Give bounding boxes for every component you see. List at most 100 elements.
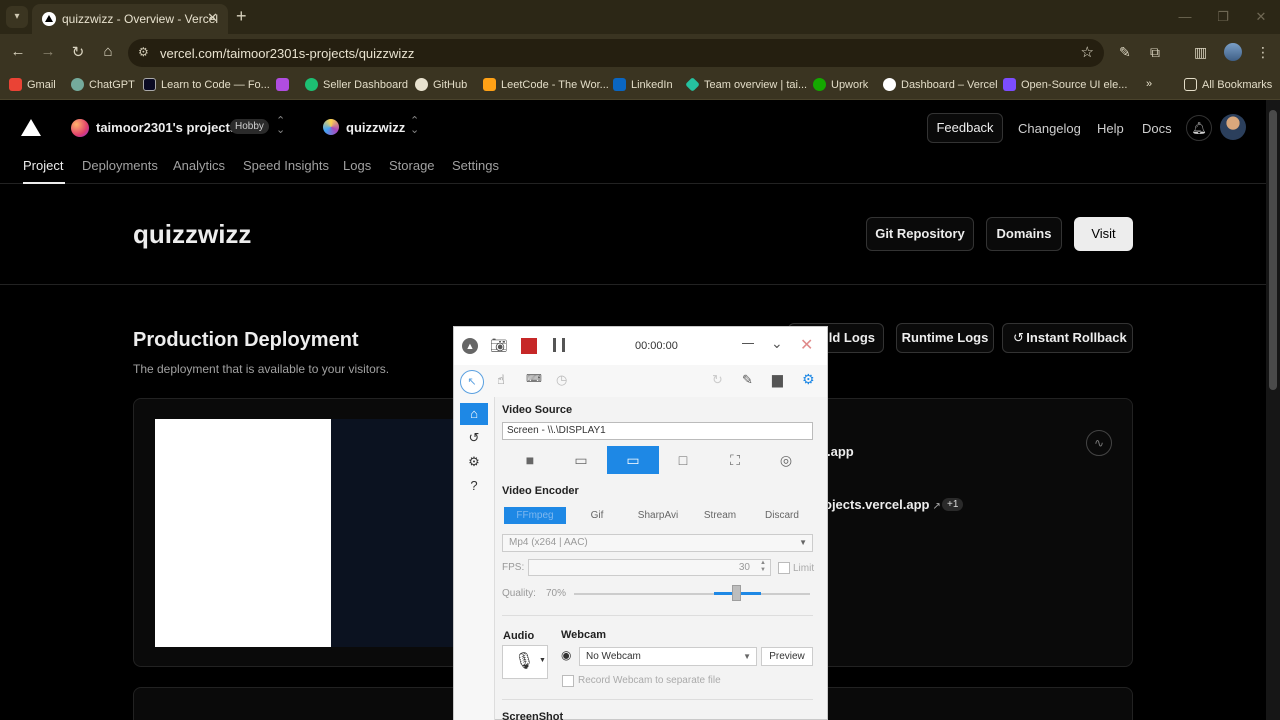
profile-avatar[interactable]	[1224, 43, 1242, 61]
visit-button[interactable]: Visit	[1074, 217, 1133, 251]
webcam-source-icon[interactable]: ■	[509, 446, 551, 474]
forward-icon[interactable]: →	[38, 43, 58, 60]
tab-close-icon[interactable]: ✕	[207, 10, 218, 26]
deployment-preview-image[interactable]	[155, 419, 331, 647]
more-domains-badge[interactable]: +1	[942, 498, 964, 511]
bookmark-upwork[interactable]: Upwork	[813, 78, 868, 91]
tab-analytics[interactable]: Analytics	[173, 158, 225, 173]
team-name[interactable]: taimoor2301's projects	[96, 120, 237, 135]
bookmark-team-overview[interactable]: Team overview | tai...	[685, 77, 807, 92]
settings-gear-icon[interactable]: ⚙	[802, 371, 815, 388]
extensions-icon[interactable]: ⧉	[1150, 44, 1160, 61]
codec-select[interactable]: Mp4 (x264 | AAC) ▼	[502, 534, 813, 552]
restore-window-icon[interactable]: ❐	[1204, 0, 1242, 34]
site-info-icon[interactable]: ⚙	[138, 45, 149, 59]
pause-icon[interactable]	[553, 338, 565, 352]
bookmark-chatgpt[interactable]: ChatGPT	[71, 78, 135, 91]
fullscreen-source-icon[interactable]: ⛶	[714, 446, 756, 474]
bookmark-gmail[interactable]: Gmail	[9, 78, 56, 91]
encoder-tab-discard[interactable]: Discard	[751, 507, 813, 524]
project-switcher-icon[interactable]: ⌃ ⌄	[410, 116, 419, 136]
tab-logs[interactable]: Logs	[343, 158, 371, 173]
refresh-icon[interactable]: ↻	[712, 372, 723, 388]
minimize-window-icon[interactable]: —	[1166, 0, 1204, 34]
encoder-tab-sharpavi[interactable]: SharpAvi	[627, 507, 689, 524]
bookmark-seller-dashboard-label[interactable]: Seller Dashboard	[305, 78, 408, 91]
bookmark-vercel-dashboard[interactable]: Dashboard – Vercel	[883, 78, 998, 91]
changelog-link[interactable]: Changelog	[1018, 121, 1081, 136]
history-icon[interactable]: ↺	[460, 427, 488, 449]
fps-stepper-icon[interactable]: ▲ ▼	[760, 560, 766, 574]
pen-extension-icon[interactable]: ✎	[1119, 44, 1131, 61]
page-scrollbar[interactable]	[1266, 100, 1280, 720]
webcam-select[interactable]: No Webcam ▼	[579, 647, 757, 666]
timer-icon[interactable]: ◷	[556, 372, 567, 388]
close-window-icon[interactable]: ✕	[1242, 0, 1280, 34]
record-webcam-separate-checkbox[interactable]	[562, 675, 574, 687]
domains-button[interactable]: Domains	[986, 217, 1062, 251]
camera-screenshot-icon[interactable]: 📷︎	[490, 337, 508, 354]
bookmark-open-source-ui[interactable]: Open-Source UI ele...	[1003, 78, 1127, 91]
home-icon[interactable]: ⌂	[98, 43, 118, 60]
video-source-field[interactable]: Screen - \\.\DISPLAY1	[502, 422, 813, 440]
cursor-icon[interactable]: ↖	[460, 370, 484, 394]
team-switcher-icon[interactable]: ⌃ ⌄	[276, 116, 285, 136]
audio-source-button[interactable]: 🎙︎ ▼	[502, 645, 548, 679]
monitor-source-icon[interactable]: ▭	[560, 446, 602, 474]
bookmark-linkedin[interactable]: LinkedIn	[613, 78, 673, 91]
notifications-bell-icon[interactable]: 🔔︎	[1186, 115, 1212, 141]
tab-settings[interactable]: Settings	[452, 158, 499, 173]
all-bookmarks[interactable]: All Bookmarks	[1184, 78, 1272, 91]
limit-checkbox[interactable]	[778, 562, 790, 574]
home-icon[interactable]: ⌂	[460, 403, 488, 425]
close-icon[interactable]: ✕	[800, 335, 813, 355]
pen-icon[interactable]: ✎	[742, 372, 753, 388]
tab-speed-insights[interactable]: Speed Insights	[243, 158, 329, 173]
address-bar[interactable]: ⚙ vercel.com/taimoor2301s-projects/quizz…	[128, 39, 1104, 67]
scrollbar-thumb[interactable]	[1269, 110, 1277, 390]
chrome-menu-icon[interactable]: ⋮	[1256, 44, 1270, 61]
fps-input[interactable]: 30 ▲ ▼	[528, 559, 771, 576]
quality-slider-thumb[interactable]	[732, 585, 741, 601]
tab-project[interactable]: Project	[23, 158, 63, 173]
help-icon[interactable]: ?	[460, 475, 488, 497]
side-panel-icon[interactable]: ▥	[1194, 44, 1207, 61]
vercel-logo-icon[interactable]	[21, 119, 41, 136]
runtime-logs-button[interactable]: Runtime Logs	[896, 323, 994, 353]
feedback-button[interactable]: Feedback	[927, 113, 1003, 143]
new-tab-icon[interactable]: +	[236, 6, 247, 26]
bookmark-seller-dashboard[interactable]	[276, 78, 289, 91]
keyboard-icon[interactable]: ⌨	[526, 372, 542, 385]
tab-storage[interactable]: Storage	[389, 158, 435, 173]
back-icon[interactable]: ←	[8, 43, 28, 60]
minimize-icon[interactable]	[742, 343, 754, 344]
window-source-icon[interactable]: □	[662, 446, 704, 474]
user-avatar[interactable]	[1220, 114, 1246, 140]
screen-source-icon[interactable]: ▭	[607, 446, 659, 474]
bookmark-star-icon[interactable]: ☆	[1081, 43, 1094, 61]
quality-slider[interactable]	[574, 593, 810, 595]
bookmark-github[interactable]: GitHub	[415, 78, 467, 91]
hand-click-icon[interactable]: ☝	[497, 372, 505, 388]
folder-icon[interactable]: ▆	[772, 371, 783, 388]
bookmarks-overflow-icon[interactable]: »	[1146, 78, 1152, 90]
webcam-preview-button[interactable]: Preview	[761, 647, 813, 666]
tab-search-icon[interactable]: ▾	[6, 6, 28, 28]
encoder-tab-gif[interactable]: Gif	[566, 507, 628, 524]
encoder-tab-stream[interactable]: Stream	[689, 507, 751, 524]
tab-deployments[interactable]: Deployments	[82, 158, 158, 173]
bookmark-freecodecamp[interactable]: Learn to Code — Fo...	[143, 78, 270, 91]
collapse-icon[interactable]: ▲	[462, 338, 478, 354]
git-repository-button[interactable]: Git Repository	[866, 217, 974, 251]
encoder-tab-ffmpeg[interactable]: FFmpeg	[504, 507, 566, 524]
reload-icon[interactable]: ↻	[68, 43, 88, 61]
record-stop-button[interactable]	[521, 338, 537, 354]
docs-link[interactable]: Docs	[1142, 121, 1172, 136]
gear-icon[interactable]: ⚙	[460, 451, 488, 473]
deployment-domain[interactable]: .app	[827, 444, 854, 459]
project-name[interactable]: quizzwizz	[346, 120, 405, 135]
project-domain-link[interactable]: ojects.vercel.app ↗	[824, 497, 941, 512]
browser-tab-active[interactable]: quizzwizz - Overview - Vercel ✕	[32, 4, 228, 34]
gamepad-source-icon[interactable]: ◎	[765, 446, 807, 474]
bookmark-leetcode[interactable]: LeetCode - The Wor...	[483, 78, 609, 91]
